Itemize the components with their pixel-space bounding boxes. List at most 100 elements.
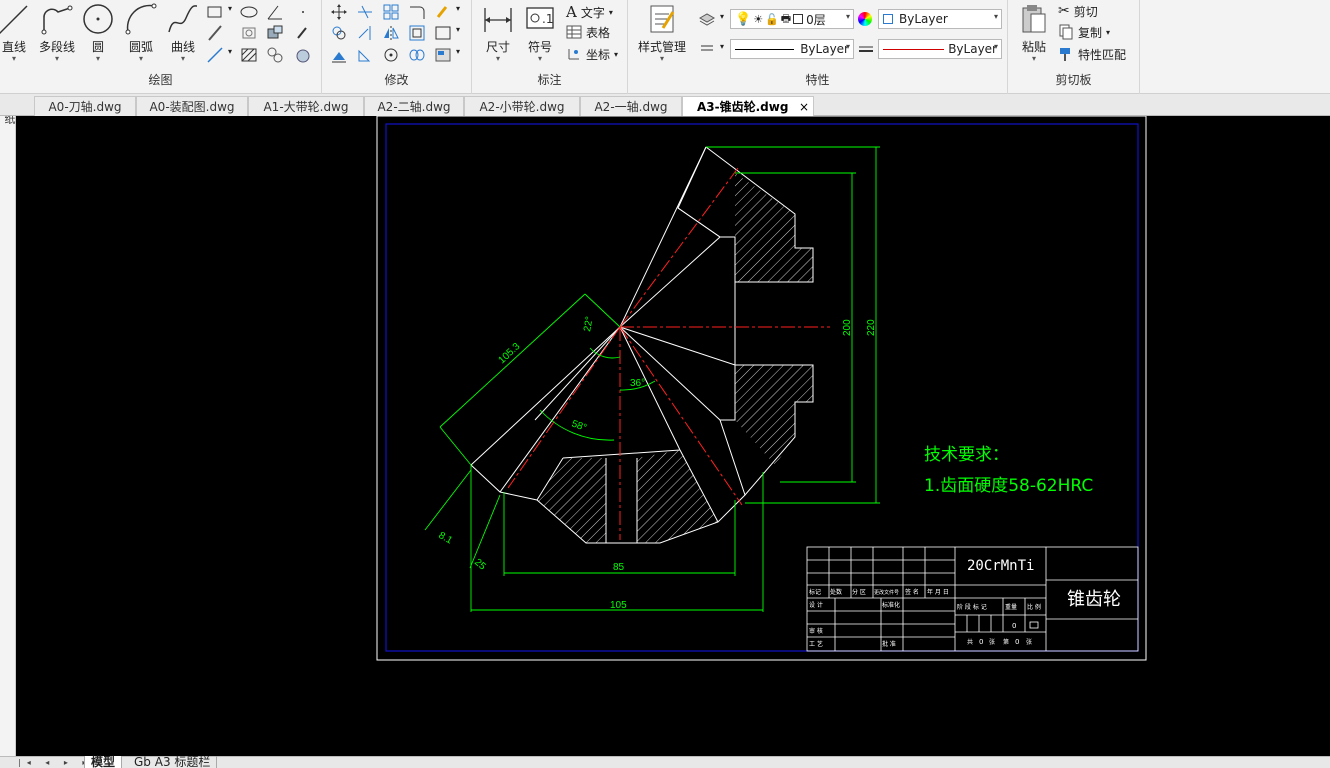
dim-220: 220 — [866, 319, 877, 336]
text-button[interactable]: A 文字 ▾ — [566, 2, 613, 22]
style-manager-icon — [650, 5, 675, 33]
style-manager-tool[interactable]: 样式管理 ▾ — [634, 2, 690, 68]
tb-sheet-label: 第 — [1003, 638, 1009, 646]
dim-105: 105 — [610, 600, 627, 611]
stretch-icon[interactable] — [330, 46, 348, 64]
linetype-select[interactable]: ByLayer ▾ — [730, 39, 854, 59]
cut-button[interactable]: ✂ 剪切 — [1058, 1, 1098, 21]
part-name: 锥齿轮 — [1067, 589, 1121, 610]
material-label: 20CrMnTi — [967, 558, 1034, 574]
move-icon[interactable] — [330, 3, 348, 21]
panel-properties-title: 特性 — [805, 73, 830, 87]
symbol-tool[interactable]: .1 符号 ▾ — [522, 2, 558, 68]
explode-icon[interactable] — [434, 24, 452, 42]
block-icon[interactable] — [266, 24, 284, 42]
document-tabs: A0-刀轴.dwg A0-装配图.dwg A1-大带轮.dwg A2-二轴.dw… — [0, 94, 1330, 116]
tb-weight-value: 0 — [1012, 622, 1016, 630]
dimension-tool[interactable]: 尺寸 ▾ — [480, 2, 516, 68]
layout-tab-bar: |◂ ◂ ▸ ▸| 模型 Gb A3 标题栏 — [0, 756, 1330, 768]
lineweight-icon — [859, 46, 873, 52]
printer-icon: 🖶 — [780, 11, 792, 25]
tb-total-unit: 张 — [989, 638, 995, 646]
paint-icon[interactable] — [434, 3, 452, 21]
tab-gb-a3-layout[interactable]: Gb A3 标题栏 — [128, 756, 218, 768]
tab-a0-cutter-shaft[interactable]: A0-刀轴.dwg — [34, 96, 136, 116]
tab-a2-second-shaft[interactable]: A2-二轴.dwg — [364, 96, 464, 116]
ribbon: 直线 ▾ 多段线 ▾ 圆 ▾ 圆弧 ▾ 曲线 ▾ ▾ ▾ 绘图 ▾ ▾ ▾ 修改… — [0, 0, 1330, 94]
tb-count: 处数 — [830, 588, 842, 596]
extend-icon[interactable] — [356, 24, 374, 42]
list-icon[interactable] — [698, 40, 716, 58]
copy-button[interactable]: 复制 ▾ — [1058, 22, 1110, 42]
tb-scale: 比 例 — [1027, 603, 1041, 611]
pick-icon[interactable] — [294, 24, 312, 42]
tab-a0-assembly[interactable]: A0-装配图.dwg — [136, 96, 248, 116]
trim-icon[interactable] — [356, 3, 374, 21]
curve-tool[interactable]: 曲线 ▾ — [164, 2, 202, 68]
line-icon — [0, 5, 28, 35]
match-properties-button[interactable]: 特性匹配 — [1058, 44, 1126, 64]
layer-props-icon[interactable] — [698, 10, 716, 28]
coordinate-button[interactable]: 坐标 ▾ — [566, 44, 618, 64]
ellipse-icon[interactable] — [240, 3, 258, 21]
table-button[interactable]: 表格 — [566, 22, 610, 42]
tb-approve: 批 准 — [882, 640, 896, 648]
fillet-icon[interactable] — [408, 3, 426, 21]
tb-date: 年 月 日 — [927, 588, 949, 596]
table-icon — [566, 25, 582, 39]
construction-line-icon[interactable] — [206, 24, 224, 42]
close-tab-icon[interactable]: × — [799, 97, 809, 117]
spline-icon — [168, 5, 198, 33]
tb-change-doc: 更改文件号 — [874, 589, 899, 596]
color-wheel-icon[interactable] — [858, 12, 872, 26]
boundary-icon[interactable] — [266, 46, 284, 64]
join-icon[interactable] — [408, 46, 426, 64]
lineweight-select[interactable]: ByLayer ▾ — [878, 39, 1002, 59]
layer-color-swatch — [793, 14, 804, 24]
panel-modify-title: 修改 — [384, 73, 409, 87]
paste-tool[interactable]: 粘贴 ▾ — [1016, 2, 1052, 68]
scale-icon[interactable] — [356, 46, 374, 64]
panel-properties: 样式管理 ▾ ▾ ▾ 💡 ☀ 🔓 🖶 0层 ▾ ByLayer ▾ ByLaye… — [628, 0, 1008, 94]
angle-icon[interactable] — [266, 3, 284, 21]
tech-requirements-title: 技术要求： — [924, 445, 1009, 465]
rectangle-icon[interactable] — [206, 3, 224, 21]
mirror-icon[interactable] — [382, 24, 400, 42]
panel-clipboard: 粘贴 ▾ ✂ 剪切 复制 ▾ 特性匹配 剪切板 — [1008, 0, 1140, 94]
hatch-icon[interactable] — [240, 46, 258, 64]
circle-tool[interactable]: 圆 ▾ — [80, 2, 116, 68]
properties-icon[interactable] — [434, 46, 452, 64]
tab-a1-large-pulley[interactable]: A1-大带轮.dwg — [248, 96, 364, 116]
color-select[interactable]: ByLayer ▾ — [878, 9, 1002, 29]
arc-tool[interactable]: 圆弧 ▾ — [122, 2, 160, 68]
copy-icon — [1059, 24, 1073, 40]
tb-review: 审 核 — [809, 627, 823, 635]
tab-a2-first-shaft[interactable]: A2-一轴.dwg — [580, 96, 682, 116]
panel-clipboard-title: 剪切板 — [1055, 73, 1092, 87]
tb-stage-mark: 阶 段 标 记 — [957, 603, 987, 611]
offset-icon[interactable] — [408, 24, 426, 42]
region-icon[interactable] — [240, 24, 258, 42]
array-icon[interactable] — [382, 3, 400, 21]
panel-draw: 直线 ▾ 多段线 ▾ 圆 ▾ 圆弧 ▾ 曲线 ▾ ▾ ▾ 绘图 — [0, 0, 322, 94]
drawing-canvas[interactable]: 200 220 105.3 22° 36° 58° 8.1 25 85 105 … — [16, 116, 1330, 756]
tb-total-label: 共 — [967, 638, 973, 646]
line-tool[interactable]: 直线 ▾ — [0, 2, 31, 68]
point-icon[interactable] — [294, 3, 312, 21]
left-side-strip: 图纸 — [0, 94, 16, 768]
layer-select[interactable]: 💡 ☀ 🔓 🖶 0层 ▾ — [730, 9, 854, 29]
polyline-tool[interactable]: 多段线 ▾ — [36, 2, 78, 68]
tab-model[interactable]: 模型 — [84, 756, 123, 768]
copy-obj-icon[interactable] — [330, 24, 348, 42]
lock-icon: 🔓 — [765, 12, 779, 26]
match-brush-icon — [1060, 48, 1070, 61]
dim-angle-36: 36° — [630, 378, 645, 389]
cloud-icon[interactable] — [294, 46, 312, 64]
tab-a2-small-pulley[interactable]: A2-小带轮.dwg — [464, 96, 580, 116]
tb-total-value: 0 — [979, 638, 983, 646]
rotate-icon[interactable] — [382, 46, 400, 64]
tech-requirements-item: 1.齿面硬度58-62HRC — [924, 476, 1093, 496]
xline-icon[interactable] — [206, 46, 224, 64]
tab-a3-bevel-gear[interactable]: A3-锥齿轮.dwg × — [682, 96, 814, 116]
text-icon: A — [566, 3, 577, 21]
